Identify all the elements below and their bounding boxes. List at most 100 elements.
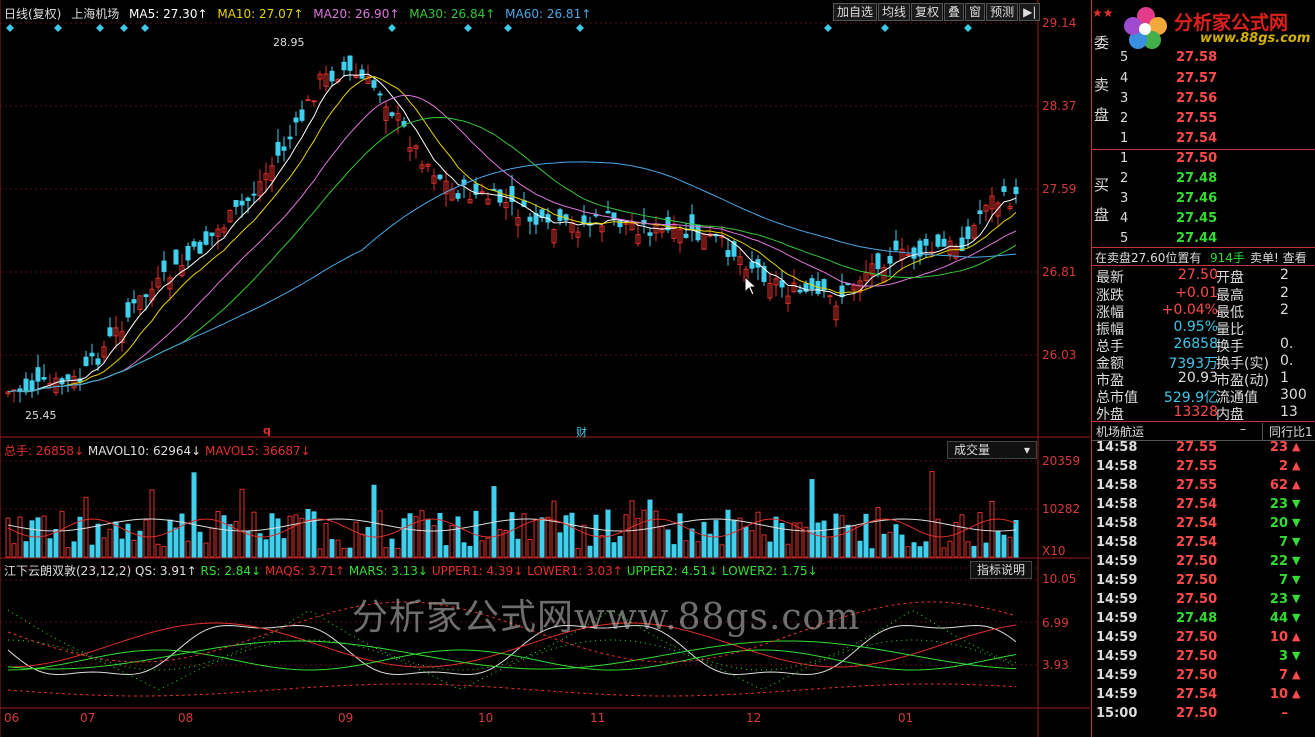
volume-bar bbox=[935, 518, 941, 558]
candle-body bbox=[281, 146, 287, 151]
volume-bar bbox=[605, 509, 611, 558]
finance-marker[interactable]: 财 bbox=[576, 424, 587, 440]
adjust-button[interactable]: 复权 bbox=[911, 3, 944, 21]
buy-level-row[interactable]: 2 27.48 bbox=[1092, 171, 1315, 191]
sell-level-row[interactable]: 3 27.56 bbox=[1092, 91, 1315, 111]
volume-bar bbox=[641, 509, 647, 558]
maqs-label: MAQS: 3.71↑ bbox=[264, 564, 345, 578]
volume-bar bbox=[173, 527, 179, 558]
tick-volume: 44 bbox=[1269, 611, 1288, 626]
volume-bar bbox=[791, 522, 797, 558]
add-favorite-button[interactable]: 加自选 bbox=[833, 3, 878, 21]
volume-bar bbox=[677, 513, 683, 558]
tick-row: 14:58 27.55 2 ▲ bbox=[1092, 459, 1315, 478]
volume-bar bbox=[515, 538, 521, 558]
indicator-name[interactable]: 江下云朗双敦(23,12,2) bbox=[4, 564, 131, 578]
candle-body bbox=[293, 117, 299, 123]
indicator-help-button[interactable]: 指标说明 bbox=[970, 561, 1033, 579]
volume-bar bbox=[713, 520, 719, 558]
volume-axis-label: 10282 bbox=[1042, 502, 1081, 516]
volume-bar bbox=[389, 538, 395, 558]
q-marker[interactable]: q bbox=[263, 424, 271, 437]
tick-time: 14:58 bbox=[1096, 535, 1138, 550]
volume-bar bbox=[701, 521, 707, 558]
volume-bar bbox=[83, 496, 89, 558]
candle-body bbox=[233, 199, 239, 207]
price-axis-label: 26.03 bbox=[1042, 348, 1077, 362]
volume-bar bbox=[761, 534, 767, 558]
tab-collapse-icon[interactable]: – bbox=[1240, 422, 1246, 436]
volume-bar bbox=[545, 516, 551, 558]
tick-volume: 23 bbox=[1269, 497, 1288, 512]
volume-bar bbox=[233, 520, 239, 558]
tick-price: 27.48 bbox=[1176, 611, 1218, 626]
candle-body bbox=[689, 214, 695, 230]
buy-level-row[interactable]: 1 27.50 bbox=[1092, 151, 1315, 171]
tab-industry[interactable]: 机场航运 bbox=[1096, 423, 1144, 440]
tick-time: 14:58 bbox=[1096, 497, 1138, 512]
sell-level-row[interactable]: 4 27.57 bbox=[1092, 71, 1315, 91]
candle-body bbox=[107, 327, 113, 337]
arrow-down-icon: ▼ bbox=[1292, 516, 1301, 529]
volume-bar bbox=[119, 538, 125, 558]
volume-bar bbox=[755, 511, 761, 558]
ma20-line bbox=[7, 94, 1017, 393]
tick-volume: 2 bbox=[1278, 459, 1288, 474]
quote-value: 26858 bbox=[1173, 336, 1218, 352]
level-price: 27.48 bbox=[1176, 171, 1218, 186]
price-axis-label: 27.59 bbox=[1042, 182, 1077, 196]
volume-bar bbox=[203, 542, 209, 558]
ma-line-button[interactable]: 均线 bbox=[878, 3, 911, 21]
volume-bar bbox=[887, 531, 893, 558]
sell-level-row[interactable]: 2 27.55 bbox=[1092, 111, 1315, 131]
order-alert[interactable]: 在卖盘27.60位置有 914手 卖单! 查看 bbox=[1092, 247, 1315, 266]
volume-multiplier: X10 bbox=[1042, 544, 1066, 558]
volume-bar bbox=[407, 513, 413, 558]
tick-row: 14:58 27.55 62 ▲ bbox=[1092, 478, 1315, 497]
candle-body bbox=[557, 209, 563, 221]
collapse-panel-button[interactable]: ▶| bbox=[1019, 3, 1041, 21]
candle-body bbox=[725, 250, 731, 257]
volume-bar bbox=[563, 515, 569, 558]
volume-bar bbox=[851, 525, 857, 558]
arrow-up-icon: ▲ bbox=[1292, 668, 1301, 681]
kline-chart-area[interactable]: 日线(复权) 上海机场 MA5: 27.30↑ MA10: 27.07↑ MA2… bbox=[0, 0, 1090, 737]
forecast-button[interactable]: 预测 bbox=[986, 3, 1019, 21]
volume-bar bbox=[347, 547, 353, 558]
candle-body bbox=[605, 210, 611, 214]
tick-price: 27.50 bbox=[1176, 706, 1218, 721]
tick-time: 14:59 bbox=[1096, 554, 1138, 569]
qs-label: QS: 3.91↑ bbox=[135, 564, 197, 578]
event-diamond-icon bbox=[464, 24, 472, 32]
volume-bar bbox=[941, 547, 947, 558]
tab-peer-compare[interactable]: 同行比1 bbox=[1262, 423, 1313, 440]
volume-bar bbox=[743, 526, 749, 558]
window-button[interactable]: 窗 bbox=[965, 3, 986, 21]
buy-level-row[interactable]: 4 27.45 bbox=[1092, 211, 1315, 231]
tick-row: 14:58 27.54 23 ▼ bbox=[1092, 497, 1315, 516]
period-label[interactable]: 日线(复权) bbox=[4, 7, 61, 21]
volume-bar bbox=[575, 548, 581, 558]
level-price: 27.55 bbox=[1176, 111, 1218, 126]
arrow-up-icon: ▲ bbox=[1292, 630, 1301, 643]
volume-bar bbox=[455, 516, 461, 558]
sell-level-row[interactable]: 1 27.54 bbox=[1092, 131, 1315, 151]
level-price: 27.54 bbox=[1176, 131, 1218, 146]
event-diamond-icon bbox=[964, 24, 972, 32]
tick-price: 27.50 bbox=[1176, 668, 1218, 683]
sell-level-row[interactable]: 5 27.58 bbox=[1092, 50, 1315, 70]
volume-bar bbox=[431, 525, 437, 558]
volume-bar bbox=[749, 530, 755, 558]
order-alert-link[interactable]: 卖单! 查看 bbox=[1250, 249, 1307, 266]
volume-bar bbox=[893, 524, 899, 558]
buy-level-row[interactable]: 3 27.46 bbox=[1092, 191, 1315, 211]
candle-body bbox=[827, 295, 833, 298]
volume-bar bbox=[425, 518, 431, 558]
mouse-cursor-icon bbox=[744, 276, 758, 296]
overlay-button[interactable]: 叠 bbox=[944, 3, 965, 21]
level-price: 27.46 bbox=[1176, 191, 1218, 206]
volume-bar bbox=[143, 519, 149, 558]
volume-selector-button[interactable]: 成交量 ▾ bbox=[947, 441, 1037, 459]
event-diamond-icon bbox=[881, 24, 889, 32]
volume-bar bbox=[1001, 534, 1007, 558]
